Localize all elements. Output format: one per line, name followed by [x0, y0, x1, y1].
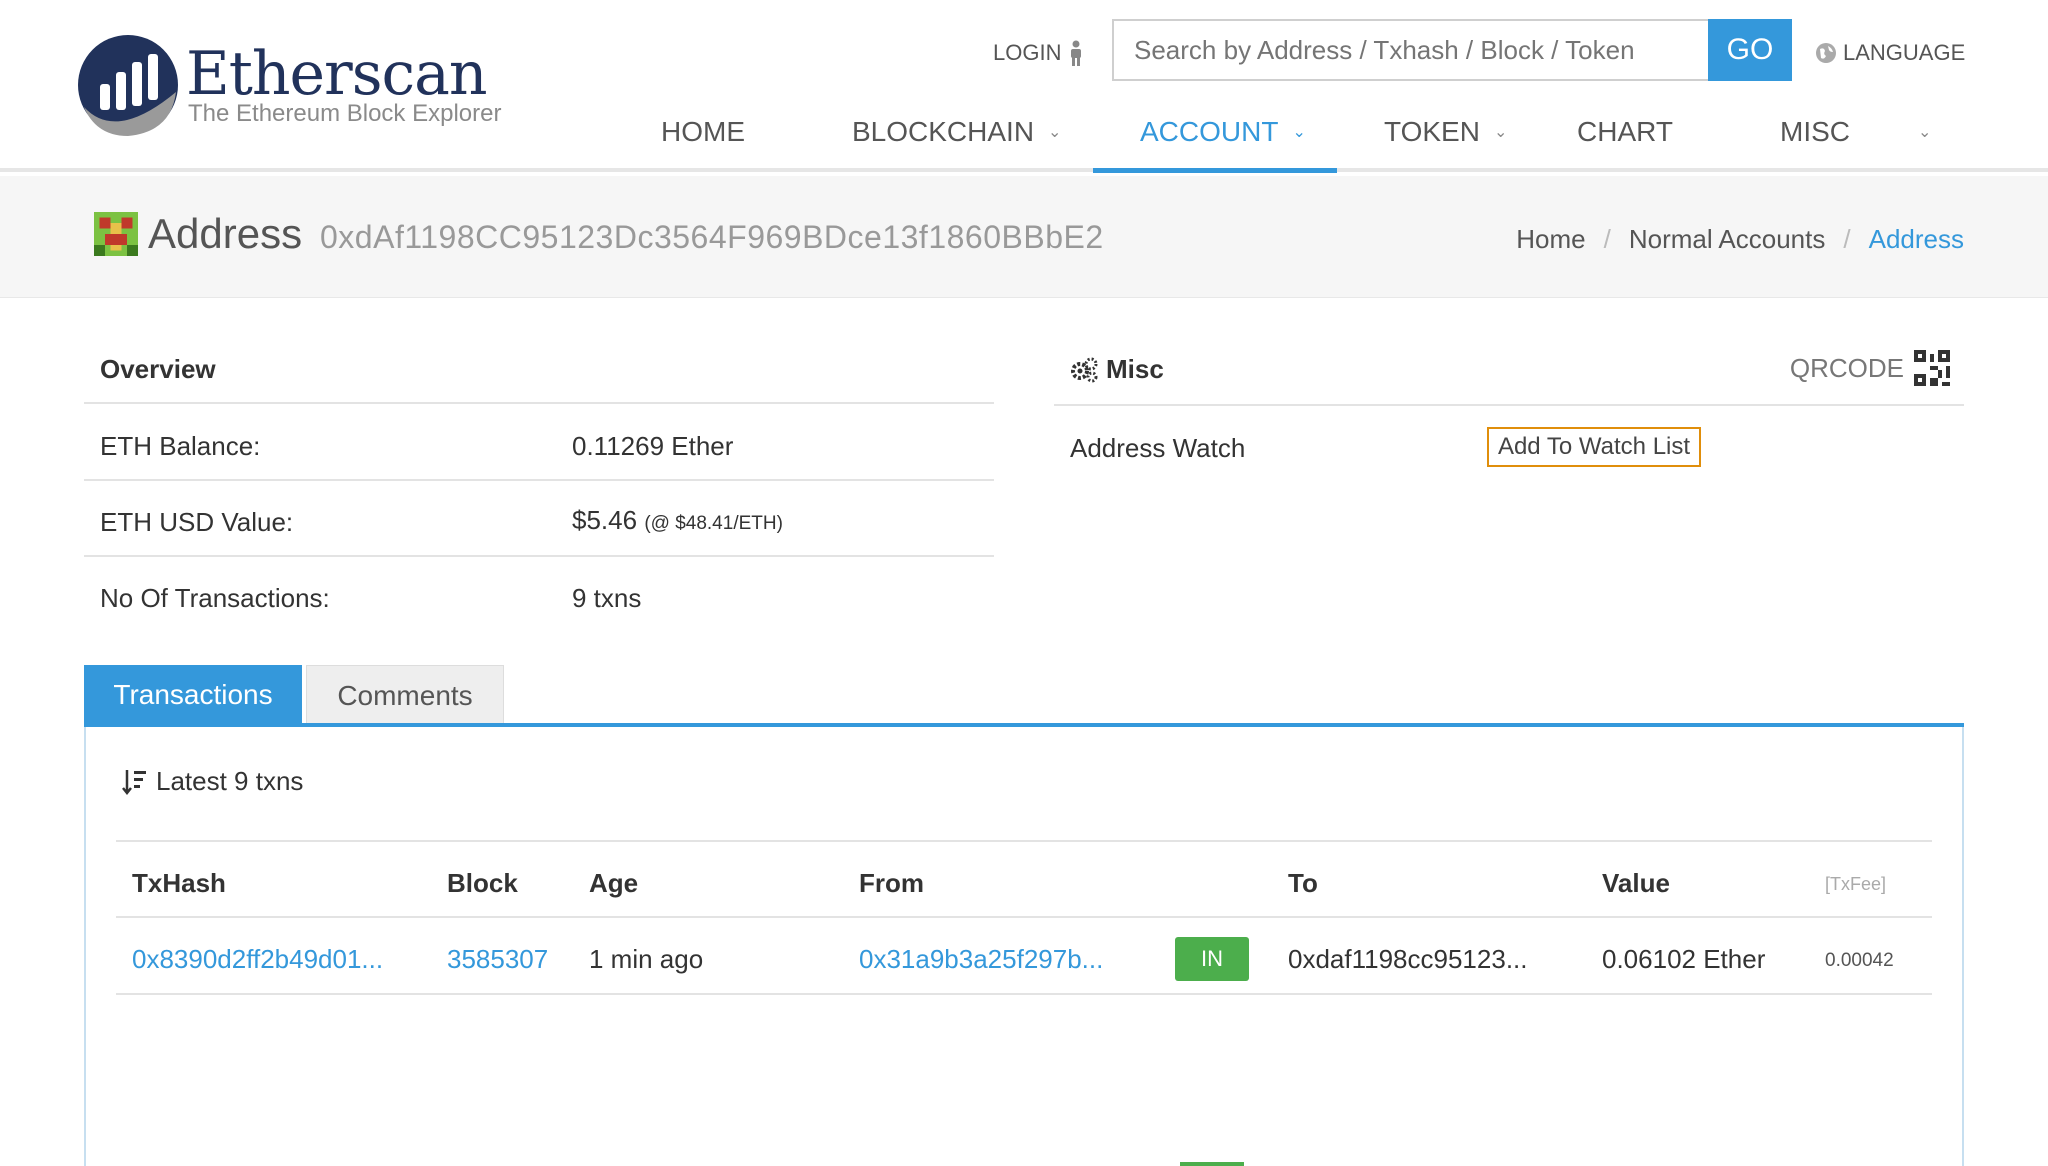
nav-blockchain-label: BLOCKCHAIN	[852, 116, 1035, 147]
latest-txns-summary: Latest 9 txns	[122, 766, 303, 797]
divider	[84, 479, 994, 481]
chevron-down-icon: ⌄	[1493, 124, 1508, 141]
qrcode-icon	[1914, 350, 1950, 386]
divider	[84, 555, 994, 557]
eth-balance-label: ETH Balance:	[100, 431, 261, 461]
gears-icon	[1071, 357, 1098, 382]
address-watch-label: Address Watch	[1070, 433, 1246, 463]
nav-chart[interactable]: CHART	[1577, 96, 1673, 172]
divider	[116, 840, 1932, 842]
divider	[1054, 404, 1964, 406]
eth-balance-value: 0.11269 Ether	[572, 431, 734, 461]
to-address: 0xdaf1198cc95123...	[1288, 944, 1528, 974]
tx-age: 1 min ago	[589, 944, 704, 974]
tab-comments[interactable]: Comments	[306, 665, 504, 725]
login-label: LOGIN	[993, 40, 1062, 65]
tx-count-value: 9 txns	[572, 583, 642, 613]
nav-account-label: ACCOUNT	[1140, 116, 1279, 147]
breadcrumb-normal-accounts[interactable]: Normal Accounts	[1629, 224, 1826, 255]
breadcrumb-current: Address	[1868, 224, 1964, 254]
eth-price-note: (@ $48.41/ETH)	[644, 513, 783, 534]
nav-misc-label: MISC	[1780, 116, 1850, 147]
tx-value: 0.06102 Ether	[1602, 944, 1766, 974]
eth-usd-value: $5.46 (@ $48.41/ETH)	[572, 505, 783, 536]
language-label: LANGUAGE	[1843, 40, 1966, 65]
column-header-to: To	[1288, 868, 1318, 898]
nav-home-label: HOME	[661, 116, 745, 147]
chevron-down-icon: ⌄	[1918, 124, 1932, 141]
breadcrumb-home[interactable]: Home	[1516, 224, 1585, 255]
nav-token[interactable]: TOKEN ⌄	[1384, 96, 1507, 172]
nav-blockchain[interactable]: BLOCKCHAIN ⌄	[852, 96, 1061, 172]
divider	[116, 916, 1932, 918]
nav-chart-label: CHART	[1577, 116, 1673, 147]
tab-transactions[interactable]: Transactions	[84, 665, 302, 725]
page-title: Address	[148, 210, 303, 257]
search-input[interactable]	[1112, 19, 1712, 81]
column-header-from: From	[859, 868, 924, 898]
add-to-watch-list-button[interactable]: Add To Watch List	[1487, 427, 1701, 467]
search-go-button[interactable]: GO	[1708, 19, 1792, 81]
eth-usd-label: ETH USD Value:	[100, 507, 294, 537]
misc-title: Misc	[1070, 354, 1164, 385]
qrcode-label: QRCODE	[1789, 352, 1904, 383]
site-header: Etherscan The Ethereum Block Explorer LO…	[0, 0, 2048, 173]
tx-fee: 0.00042	[1825, 950, 1894, 971]
direction-badge	[1180, 1162, 1244, 1166]
breadcrumb-separator: /	[1603, 224, 1611, 254]
address-hash: 0xdAf1198CC95123Dc3564F969BDce13f1860BBb…	[320, 219, 1104, 255]
user-icon	[1071, 40, 1082, 66]
globe-icon	[1816, 43, 1836, 63]
etherscan-logo-icon	[78, 35, 178, 136]
txhash-link[interactable]: 0x8390d2ff2b49d01...	[132, 944, 383, 975]
misc-title-label: Misc	[1106, 354, 1164, 384]
column-header-block: Block	[447, 868, 518, 898]
nav-account[interactable]: ACCOUNT ⌄	[1140, 96, 1306, 172]
login-link[interactable]: LOGIN	[993, 40, 1085, 66]
column-header-age: Age	[589, 868, 639, 898]
breadcrumb-separator: /	[1843, 224, 1851, 254]
divider	[84, 402, 994, 404]
active-nav-indicator	[1093, 168, 1337, 173]
nav-home[interactable]: HOME	[661, 96, 745, 172]
etherscan-logo[interactable]: Etherscan The Ethereum Block Explorer	[76, 30, 501, 142]
logo-tagline: The Ethereum Block Explorer	[188, 100, 502, 127]
address-identicon	[94, 212, 138, 256]
sort-descending-icon	[122, 769, 146, 795]
divider	[116, 993, 1932, 995]
chevron-down-icon: ⌄	[1292, 124, 1306, 141]
qrcode-link[interactable]: QRCODE	[1790, 350, 1950, 386]
nav-token-label: TOKEN	[1384, 116, 1480, 147]
block-link[interactable]: 3585307	[447, 944, 548, 975]
language-selector[interactable]: LANGUAGE	[1815, 40, 1965, 66]
direction-badge: IN	[1175, 937, 1249, 981]
column-header-value: Value	[1602, 868, 1670, 898]
nav-misc[interactable]: MISC ⌄	[1780, 96, 1931, 172]
from-address-link[interactable]: 0x31a9b3a25f297b...	[859, 944, 1103, 975]
breadcrumb: Home / Normal Accounts / Address	[1516, 224, 1964, 255]
latest-txns-label: Latest 9 txns	[156, 766, 304, 796]
chevron-down-icon: ⌄	[1048, 124, 1062, 141]
column-header-txfee[interactable]: [TxFee]	[1825, 874, 1886, 895]
column-header-txhash: TxHash	[132, 868, 226, 898]
overview-title: Overview	[100, 354, 216, 384]
logo-name: Etherscan	[186, 39, 488, 109]
tx-count-label: No Of Transactions:	[100, 583, 330, 613]
eth-usd-amount: $5.46	[572, 505, 638, 535]
